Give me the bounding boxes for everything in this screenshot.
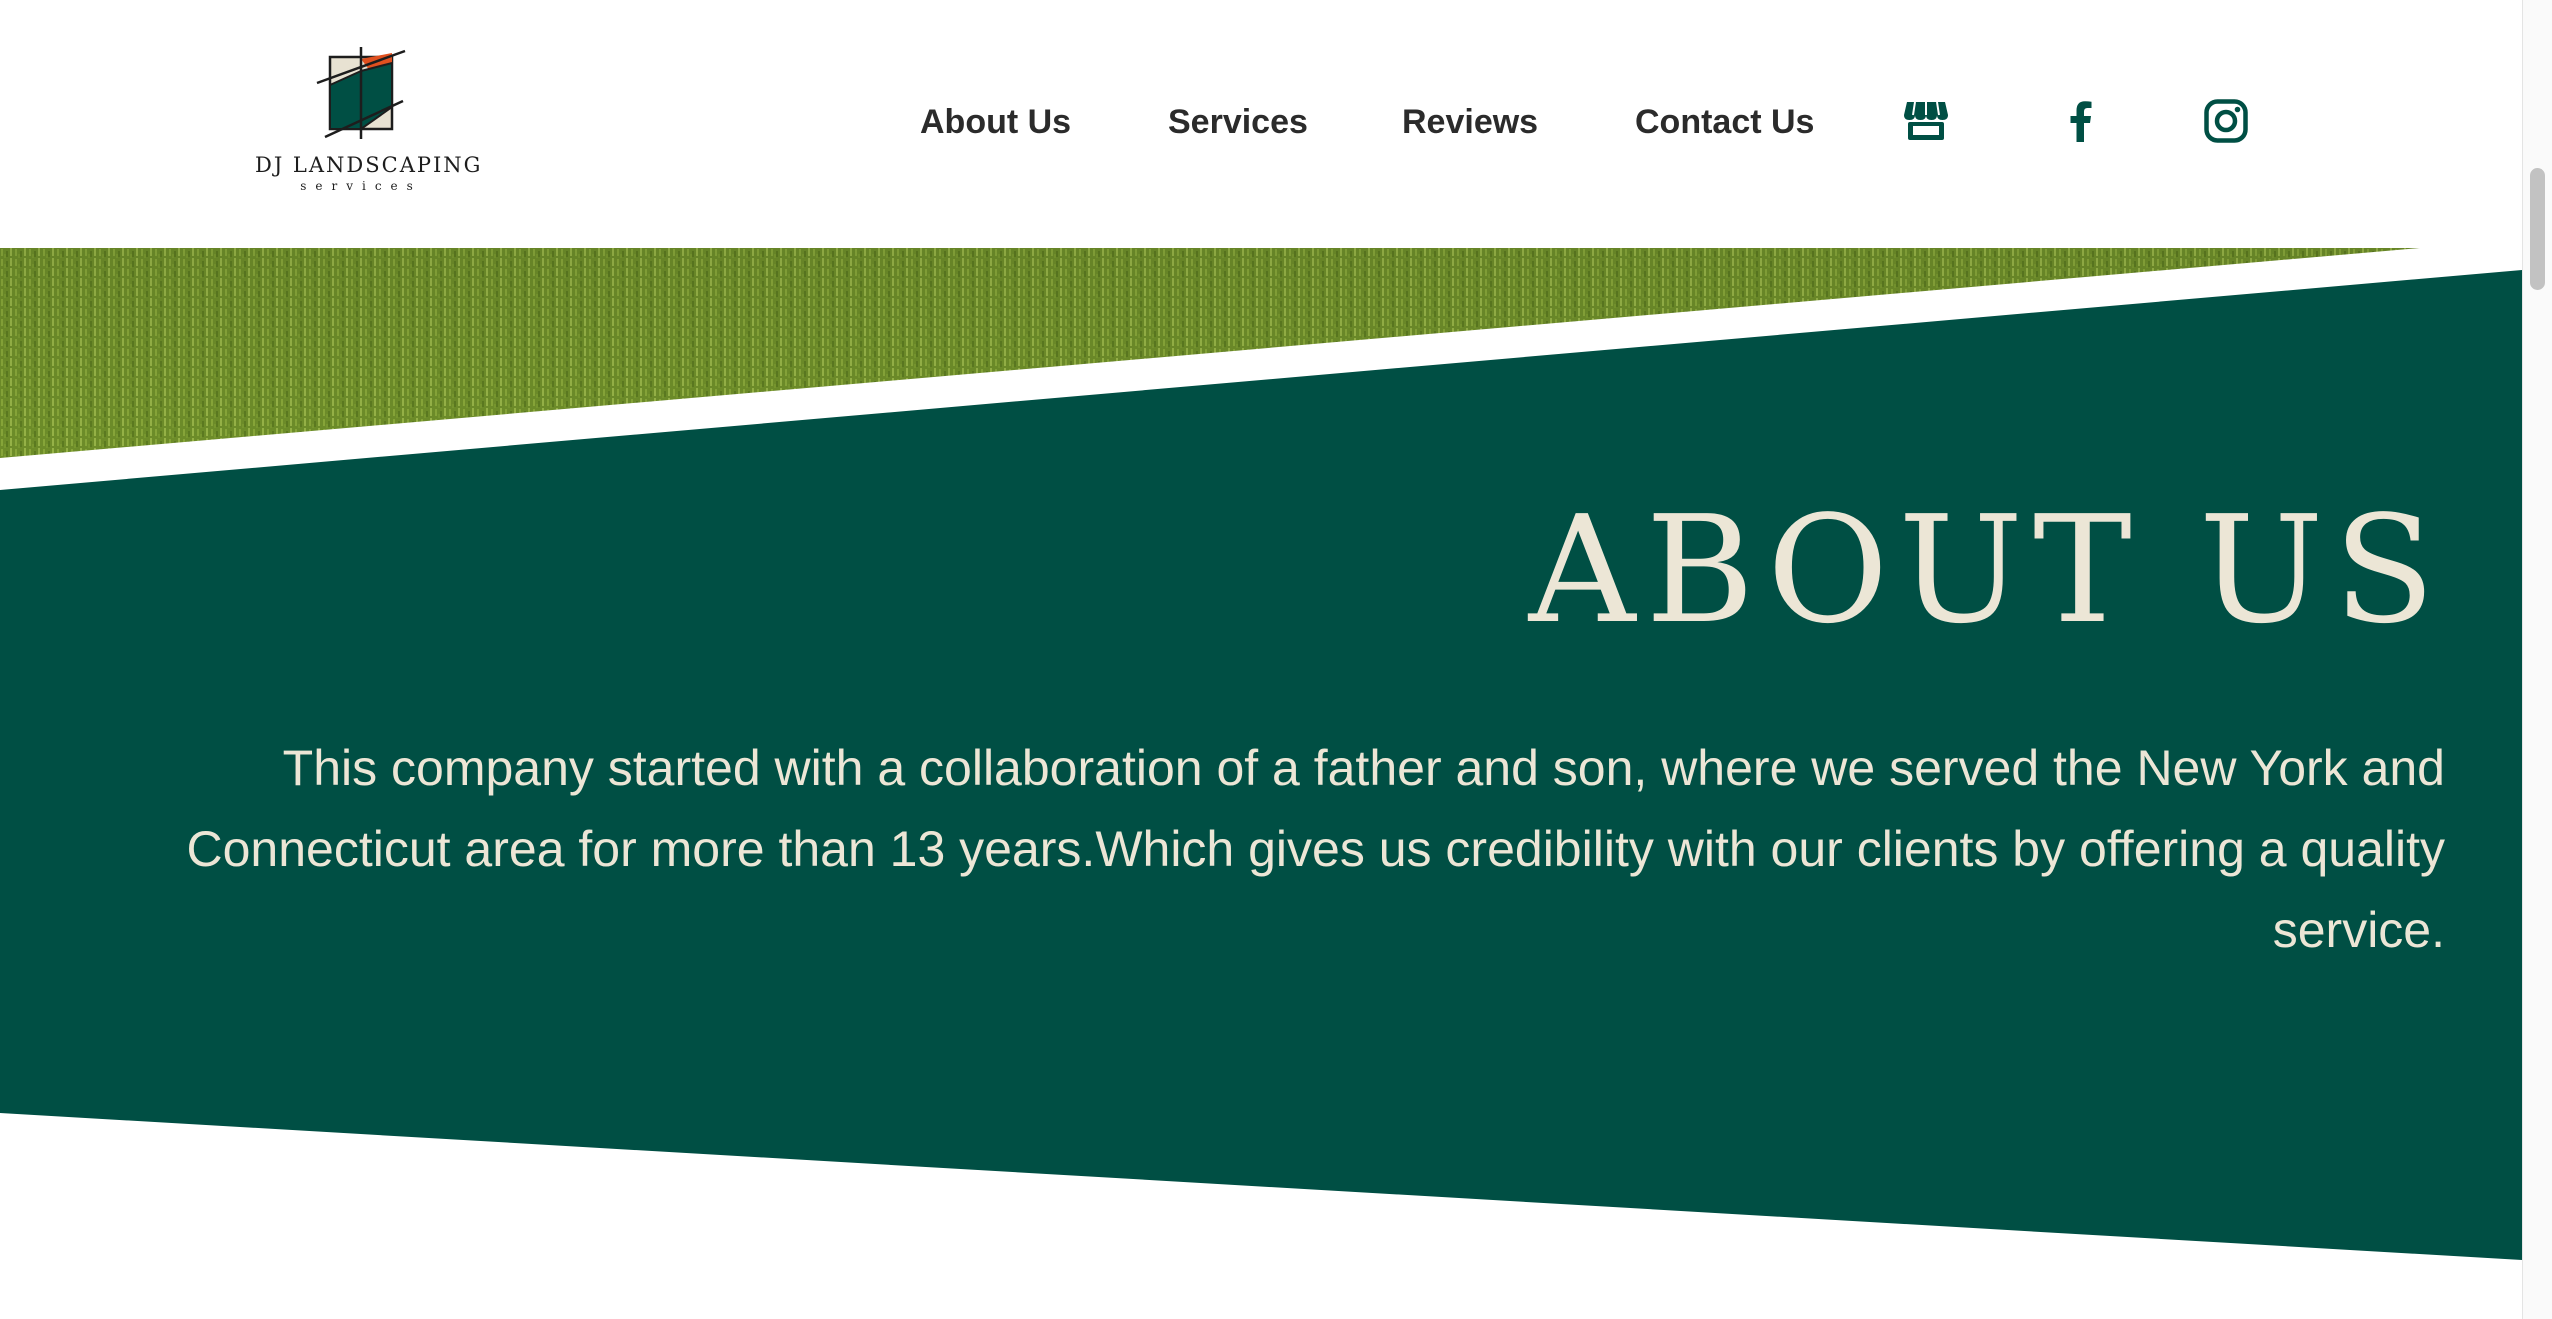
site-logo[interactable]: DJ LANDSCAPING services [255, 45, 483, 195]
nav-link-services[interactable]: Services [1168, 96, 1308, 148]
logo-mark-icon [316, 47, 406, 139]
about-title: ABOUT US [1528, 484, 2445, 656]
about-description: This company started with a collaboratio… [186, 740, 2446, 958]
nav-link-about-us[interactable]: About Us [920, 96, 1071, 148]
logo-name: DJ LANDSCAPING [255, 153, 483, 177]
page-scrollbar[interactable] [2522, 0, 2552, 1319]
instagram-icon[interactable] [2203, 98, 2249, 144]
nav-link-reviews[interactable]: Reviews [1402, 96, 1538, 148]
facebook-icon[interactable] [2058, 98, 2104, 144]
page: ABOUT US This company started with a col… [0, 0, 2522, 1319]
scrollbar-thumb[interactable] [2530, 168, 2545, 290]
site-header: DJ LANDSCAPING services About Us Service… [0, 0, 2522, 248]
storefront-icon[interactable] [1903, 98, 1949, 144]
nav-link-contact-us[interactable]: Contact Us [1635, 96, 1814, 148]
logo-subtitle: services [300, 179, 422, 193]
